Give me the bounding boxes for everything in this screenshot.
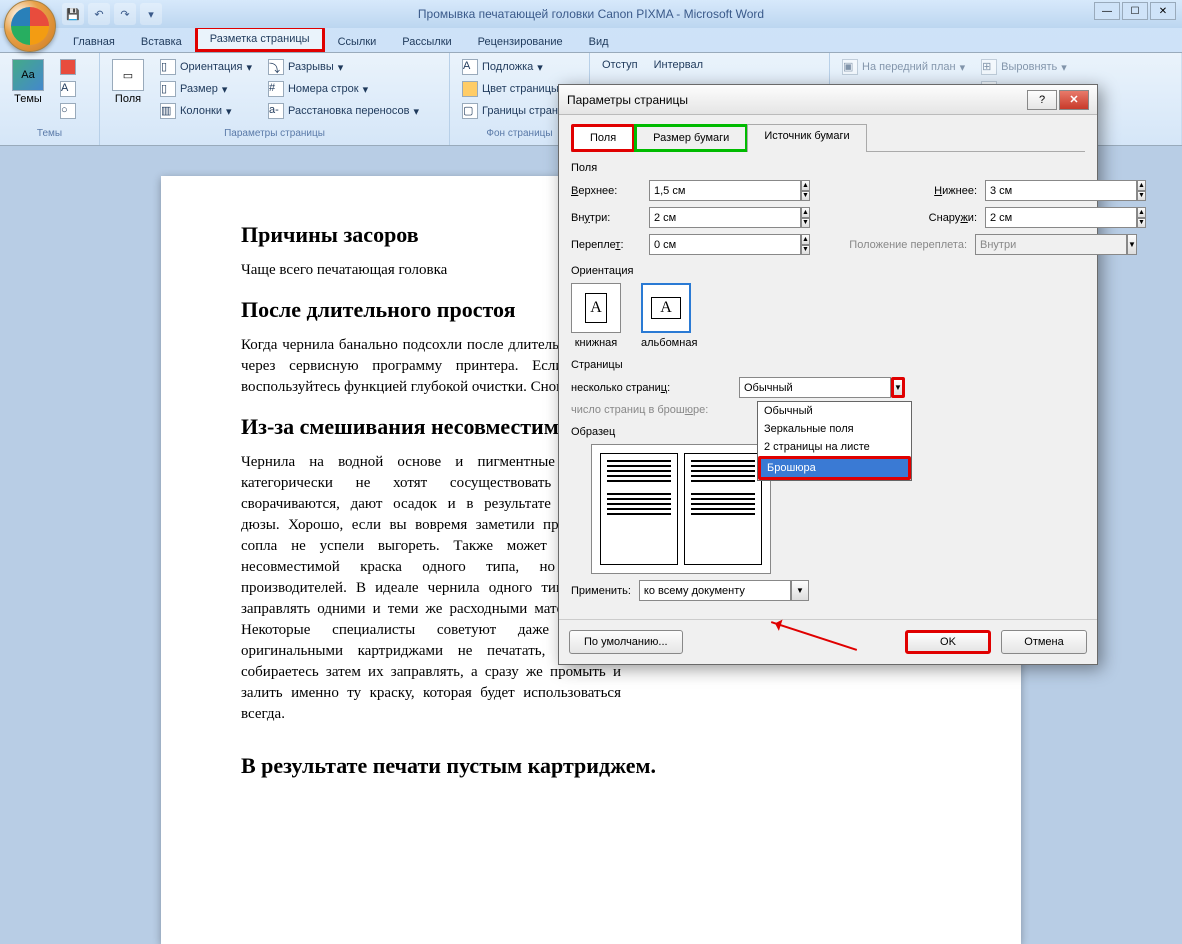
tab-view[interactable]: Вид	[576, 31, 622, 52]
minimize-button[interactable]: —	[1094, 2, 1120, 20]
spin-down-icon[interactable]: ▼	[801, 191, 810, 202]
breaks-button[interactable]: ⤵Разрывы▾	[264, 57, 423, 77]
tab-review[interactable]: Рецензирование	[465, 31, 576, 52]
watermark-button[interactable]: AПодложка▾	[458, 57, 574, 77]
gutter-input[interactable]	[649, 234, 801, 255]
close-button[interactable]: ✕	[1150, 2, 1176, 20]
ribbon-tabs: Главная Вставка Разметка страницы Ссылки…	[0, 28, 1182, 52]
theme-colors-icon[interactable]	[56, 57, 80, 77]
margins-group-label: Поля	[571, 162, 1085, 174]
outside-label: Снаружи:	[887, 212, 977, 224]
dialog-close-button[interactable]: ✕	[1059, 90, 1089, 110]
dialog-titlebar[interactable]: Параметры страницы ? ✕	[559, 85, 1097, 115]
titlebar: 💾 ↶ ↷ ▾ Промывка печатающей головки Cano…	[0, 0, 1182, 28]
gutter-pos-label: Положение переплета:	[827, 239, 967, 251]
inside-label: Внутри:	[571, 212, 641, 224]
page-color-button[interactable]: Цвет страницы	[458, 79, 574, 99]
dialog-help-button[interactable]: ?	[1027, 90, 1057, 110]
tab-home[interactable]: Главная	[60, 31, 128, 52]
option-mirror[interactable]: Зеркальные поля	[758, 420, 911, 438]
dialog-tab-paper-source[interactable]: Источник бумаги	[747, 124, 866, 152]
outside-input[interactable]	[985, 207, 1137, 228]
multiple-pages-label: несколько страниц:	[571, 382, 731, 394]
orientation-button[interactable]: ▯Ориентация▾	[156, 57, 256, 77]
tab-references[interactable]: Ссылки	[325, 31, 390, 52]
indent-label: Отступ	[598, 57, 642, 73]
top-input[interactable]	[649, 180, 801, 201]
margins-button[interactable]: ▭Поля	[108, 57, 148, 128]
apply-to-combo[interactable]	[639, 580, 791, 601]
orientation-group-label: Ориентация	[571, 265, 1085, 277]
cancel-button[interactable]: Отмена	[1001, 630, 1087, 654]
option-two-pages[interactable]: 2 страницы на листе	[758, 438, 911, 456]
inside-input[interactable]	[649, 207, 801, 228]
apply-to-label: Применить:	[571, 585, 631, 597]
gutter-pos-combo	[975, 234, 1127, 255]
undo-icon[interactable]: ↶	[88, 3, 110, 25]
option-booklet[interactable]: Брошюра	[758, 456, 911, 480]
sheets-label: число страниц в брошюре:	[571, 404, 731, 416]
group-page-setup: Параметры страницы	[108, 128, 441, 145]
dialog-title: Параметры страницы	[567, 93, 688, 107]
preview-area	[591, 444, 771, 574]
tab-page-layout[interactable]: Разметка страницы	[195, 26, 325, 52]
office-button[interactable]	[4, 0, 56, 52]
group-themes: Темы	[8, 128, 91, 145]
redo-icon[interactable]: ↷	[114, 3, 136, 25]
quick-access-toolbar: 💾 ↶ ↷ ▾	[62, 0, 162, 28]
tab-insert[interactable]: Вставка	[128, 31, 195, 52]
columns-button[interactable]: ▥Колонки▾	[156, 101, 256, 121]
spacing-label: Интервал	[650, 57, 707, 73]
bring-front-button[interactable]: ▣На передний план▾	[838, 57, 969, 77]
maximize-button[interactable]: ☐	[1122, 2, 1148, 20]
landscape-option[interactable]: A альбомная	[641, 283, 697, 349]
qat-more-icon[interactable]: ▾	[140, 3, 162, 25]
tab-mailings[interactable]: Рассылки	[389, 31, 464, 52]
top-label: Верхнее:	[571, 185, 641, 197]
theme-fonts-icon[interactable]: A	[56, 79, 80, 99]
size-button[interactable]: ▯Размер▾	[156, 79, 256, 99]
portrait-option[interactable]: A книжная	[571, 283, 621, 349]
page-setup-dialog: Параметры страницы ? ✕ Поля Размер бумаг…	[558, 84, 1098, 665]
dialog-tab-paper-size[interactable]: Размер бумаги	[634, 124, 748, 152]
themes-button[interactable]: AaТемы	[8, 57, 48, 128]
bottom-input[interactable]	[985, 180, 1137, 201]
line-numbers-button[interactable]: #Номера строк▾	[264, 79, 423, 99]
window-title: Промывка печатающей головки Canon PIXMA …	[418, 7, 764, 21]
ok-button[interactable]: OK	[905, 630, 991, 654]
multiple-pages-dropdown: Обычный Зеркальные поля 2 страницы на ли…	[757, 401, 912, 481]
multiple-pages-combo[interactable]	[739, 377, 891, 398]
default-button[interactable]: По умолчанию...	[569, 630, 683, 654]
dialog-tab-margins[interactable]: Поля	[571, 124, 635, 152]
gutter-label: Переплет:	[571, 239, 641, 251]
multiple-pages-dropdown-button[interactable]: ▼	[891, 377, 905, 398]
bottom-label: Нижнее:	[887, 185, 977, 197]
page-borders-button[interactable]: ▢Границы страниц	[458, 101, 574, 121]
spin-up-icon[interactable]: ▲	[801, 180, 810, 191]
heading: В результате печати пустым картриджем.	[241, 753, 941, 779]
pages-group-label: Страницы	[571, 359, 1085, 371]
align-button[interactable]: ⊞Выровнять▾	[977, 57, 1075, 77]
option-normal[interactable]: Обычный	[758, 402, 911, 420]
save-icon[interactable]: 💾	[62, 3, 84, 25]
hyphenation-button[interactable]: a-Расстановка переносов▾	[264, 101, 423, 121]
theme-effects-icon[interactable]: ○	[56, 101, 80, 121]
